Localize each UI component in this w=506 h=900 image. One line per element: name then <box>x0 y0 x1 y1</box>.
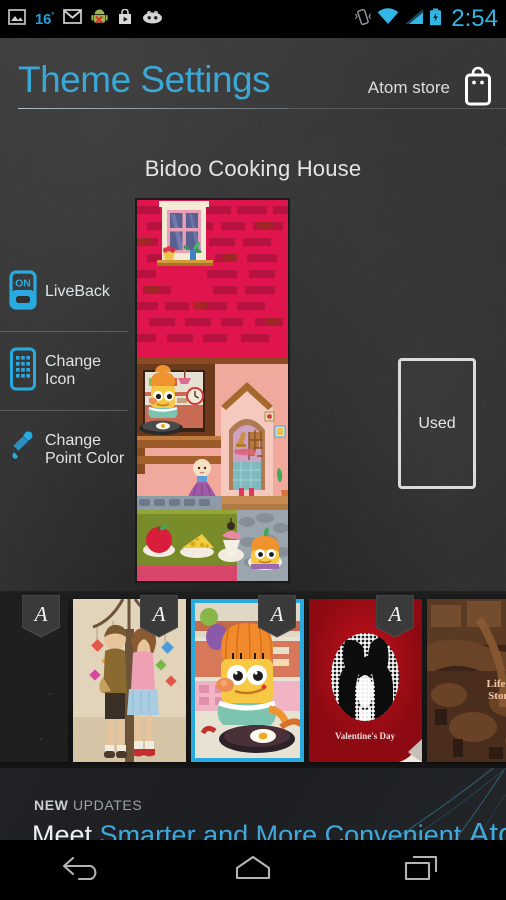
status-bar-left-icons: 16° <box>8 8 163 30</box>
used-button[interactable]: Used <box>398 358 476 489</box>
home-icon <box>232 853 274 888</box>
wifi-icon <box>377 8 399 30</box>
atom-badge-icon: A <box>21 594 61 639</box>
phone-screen: 16° 2:54 Theme Settings Atom store Bidoo… <box>0 0 506 900</box>
eyedropper-icon <box>8 426 38 475</box>
cell-signal-icon <box>404 8 424 30</box>
theme-thumbnail-strip[interactable]: A A A Valentine's Day A Life Sto <box>0 591 506 768</box>
status-bar-right-icons: 2:54 <box>354 7 498 31</box>
back-button[interactable] <box>29 840 139 900</box>
toggle-on-icon: ON <box>8 269 38 315</box>
photo-icon <box>8 8 26 30</box>
atom-store-button[interactable]: Atom store <box>368 64 494 111</box>
thumbnail-chalkboard-theme[interactable]: A A <box>0 594 68 762</box>
menu-item-change-point-color[interactable]: Change Point Color <box>0 411 132 489</box>
atom-store-label: Atom store <box>367 77 450 97</box>
promo-eyebrow-strong: NEW <box>34 797 69 813</box>
shopping-bag-icon <box>462 64 494 111</box>
thumbnail-valentines-day-theme[interactable]: Valentine's Day A <box>309 594 422 762</box>
recents-icon <box>402 853 442 888</box>
gmail-icon <box>63 9 82 29</box>
title-underline <box>18 108 288 109</box>
svg-text:A: A <box>269 602 284 626</box>
promo-eyebrow: NEW UPDATES <box>34 797 142 813</box>
svg-text:A: A <box>387 602 402 626</box>
theme-options-menu: ON LiveBack Change Icon Change Point Col… <box>0 253 132 489</box>
promo-eyebrow-light: UPDATES <box>72 797 143 813</box>
status-bar-clock: 2:54 <box>451 5 498 32</box>
temperature-indicator: 16° <box>35 10 54 28</box>
recents-button[interactable] <box>367 840 477 900</box>
status-bar: 16° 2:54 <box>0 0 506 38</box>
menu-item-change-icon[interactable]: Change Icon <box>0 332 132 410</box>
menu-item-change-point-color-label: Change Point Color <box>45 432 125 467</box>
menu-item-liveback[interactable]: ON LiveBack <box>0 253 132 331</box>
battery-charging-icon <box>429 8 442 31</box>
svg-text:Valentine's Day: Valentine's Day <box>335 731 395 741</box>
thumbnail-life-is-story-theme[interactable]: Life is Story <box>427 598 506 762</box>
atom-badge-icon: A <box>375 594 415 639</box>
app-background: Theme Settings Atom store Bidoo Cooking … <box>0 38 506 878</box>
menu-item-change-icon-label: Change Icon <box>45 353 102 388</box>
app-header: Theme Settings Atom store <box>0 54 506 116</box>
android-sync-error-icon <box>91 8 108 30</box>
phone-grid-icon <box>8 347 38 396</box>
svg-text:A: A <box>151 602 166 626</box>
back-arrow-icon <box>61 853 107 888</box>
cyanogenmod-icon <box>142 10 163 29</box>
vibrate-icon <box>354 8 372 31</box>
theme-preview-image[interactable] <box>135 198 290 583</box>
thumbnail-kissing-kids-theme[interactable]: A <box>73 594 186 762</box>
thumbnail-image: Life is Story <box>427 598 506 762</box>
theme-name: Bidoo Cooking House <box>144 156 362 181</box>
page-title: Theme Settings <box>18 59 271 100</box>
atom-badge-icon: A <box>139 594 179 639</box>
menu-item-liveback-label: LiveBack <box>45 283 110 301</box>
play-store-icon <box>117 8 133 30</box>
svg-text:Story: Story <box>488 690 506 702</box>
svg-text:Life is: Life is <box>486 678 506 690</box>
atom-badge-icon: A <box>257 594 297 639</box>
thumbnail-bidoo-cooking-house-theme[interactable]: A <box>191 594 304 762</box>
svg-text:A: A <box>33 602 48 626</box>
android-navigation-bar <box>0 840 506 900</box>
svg-text:ON: ON <box>15 277 31 289</box>
home-button[interactable] <box>198 840 308 900</box>
